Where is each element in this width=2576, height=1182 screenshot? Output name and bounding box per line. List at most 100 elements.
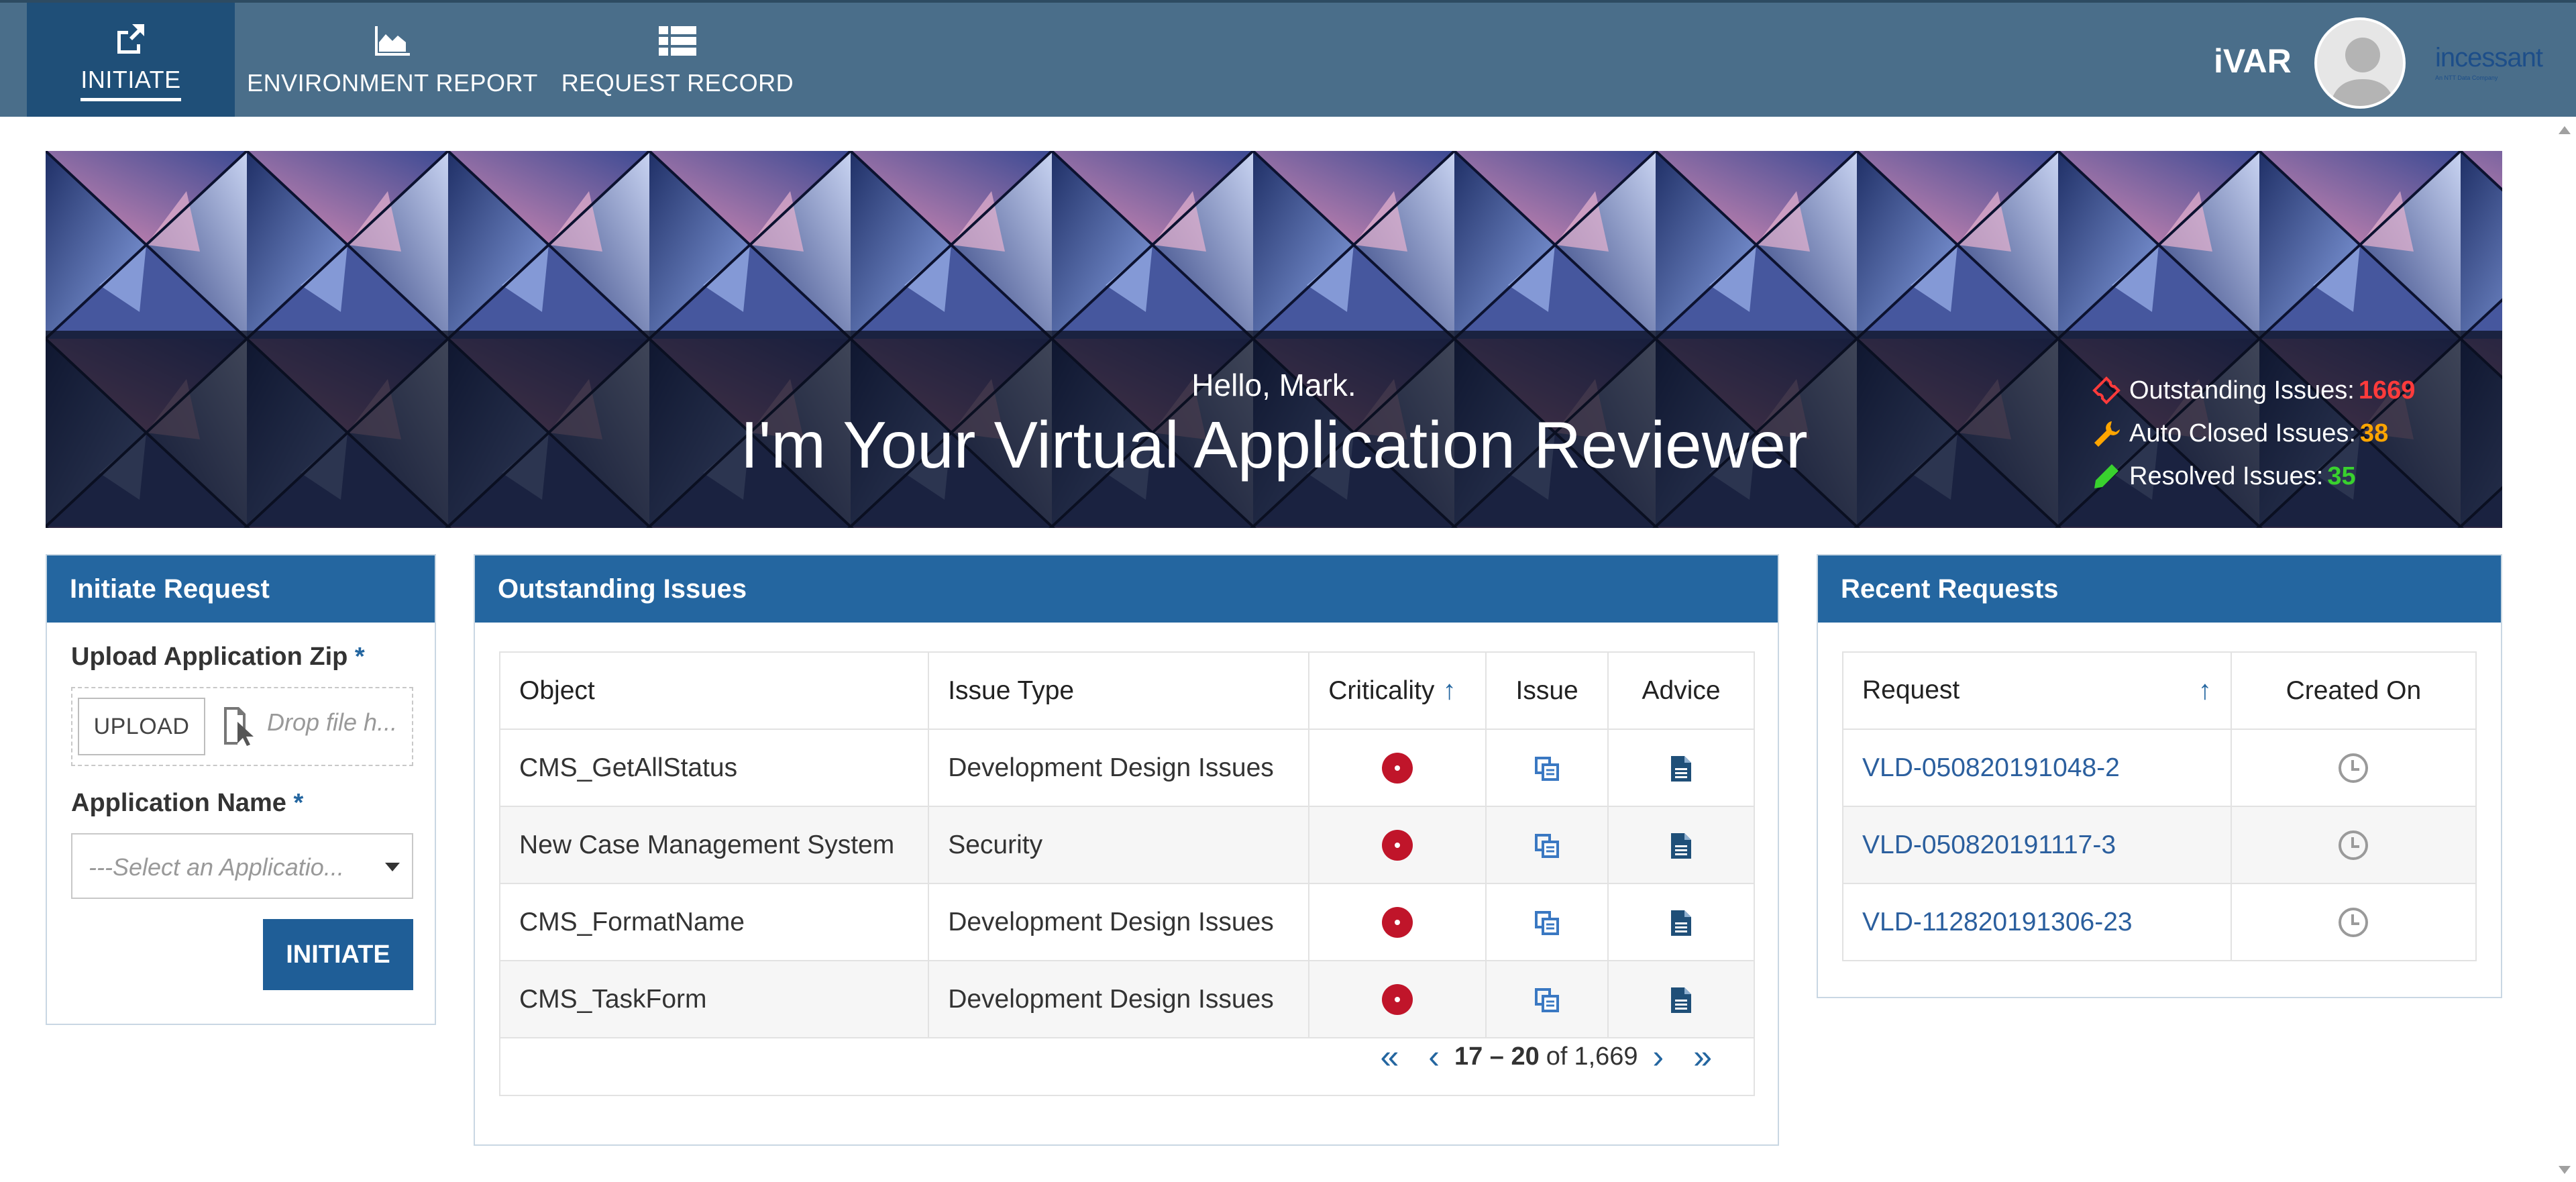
scroll-down-arrow-icon[interactable] — [2559, 1166, 2571, 1174]
ticket-icon — [2092, 376, 2121, 405]
col-issue-type[interactable]: Issue Type — [928, 651, 1310, 730]
col-advice[interactable]: Advice — [1607, 651, 1755, 730]
issue-object: New Case Management System — [498, 806, 930, 884]
outstanding-issues-panel: Outstanding Issues Object Issue Type Cri… — [474, 554, 1779, 1146]
table-row: CMS_GetAllStatus Development Design Issu… — [498, 729, 1755, 807]
request-id-cell: VLD-050820191048-2 — [1842, 729, 2232, 807]
area-chart-icon — [374, 22, 411, 60]
created-on-cell — [2230, 729, 2477, 807]
copy-issue-icon[interactable] — [1534, 755, 1560, 782]
copy-issue-icon[interactable] — [1534, 910, 1560, 936]
copy-issue-icon[interactable] — [1534, 832, 1560, 859]
upload-button[interactable]: UPLOAD — [78, 698, 205, 755]
page-scrollbar[interactable] — [2553, 117, 2576, 1182]
caret-down-icon — [385, 863, 400, 871]
nav-request-record-label: REQUEST RECORD — [561, 69, 794, 97]
advice-cell — [1607, 729, 1755, 807]
issue-cell — [1485, 729, 1609, 807]
stat-auto-closed: Auto Closed Issues: 38 — [2092, 412, 2415, 455]
col-criticality[interactable]: Criticality ↑ — [1308, 651, 1487, 730]
stat-resolved-value: 35 — [2327, 462, 2356, 490]
request-link[interactable]: VLD-112820191306-23 — [1862, 908, 2133, 936]
pencil-icon — [2094, 464, 2118, 488]
advice-document-icon[interactable] — [1670, 986, 1693, 1014]
hero-banner: Hello, Mark. I'm Your Virtual Applicatio… — [46, 151, 2502, 528]
nav-initiate-label: INITIATE — [80, 66, 181, 101]
nav-initiate[interactable]: INITIATE — [27, 3, 235, 117]
application-name-label: Application Name * — [71, 789, 303, 818]
file-cursor-icon — [224, 707, 254, 746]
issue-cell — [1485, 806, 1609, 884]
request-link[interactable]: VLD-050820191048-2 — [1862, 753, 2120, 782]
stat-outstanding-label: Outstanding Issues: — [2129, 376, 2355, 405]
stat-resolved: Resolved Issues: 35 — [2092, 455, 2415, 498]
next-page-icon[interactable]: › — [1653, 1040, 1664, 1073]
app-name: iVAR — [2214, 42, 2292, 80]
clock-icon[interactable] — [2339, 830, 2369, 861]
upload-zip-label: Upload Application Zip * — [71, 643, 365, 671]
upload-zip-label-text: Upload Application Zip — [71, 643, 348, 671]
col-request[interactable]: Request ↑ — [1842, 651, 2232, 730]
col-object[interactable]: Object — [498, 651, 930, 730]
advice-document-icon[interactable] — [1670, 909, 1693, 937]
brand-name: incessant — [2435, 43, 2543, 72]
col-issue[interactable]: Issue — [1485, 651, 1609, 730]
copy-issue-icon[interactable] — [1534, 987, 1560, 1014]
brand-subtitle: An NTT Data Company — [2435, 74, 2498, 81]
outstanding-issues-title: Outstanding Issues — [475, 555, 1778, 623]
clock-icon[interactable] — [2339, 753, 2369, 784]
recent-requests-title: Recent Requests — [1818, 555, 2501, 623]
col-criticality-label: Criticality — [1328, 676, 1435, 705]
issue-object: CMS_FormatName — [498, 883, 930, 961]
issues-table: Object Issue Type Criticality ↑ Issue Adv… — [498, 651, 1755, 1038]
stat-auto-closed-label: Auto Closed Issues: — [2129, 419, 2356, 447]
file-drop-zone[interactable]: UPLOAD Drop file h... — [71, 687, 413, 766]
initiate-button[interactable]: INITIATE — [263, 919, 413, 990]
advice-document-icon[interactable] — [1670, 832, 1693, 860]
page-of: of — [1546, 1042, 1568, 1071]
application-select-placeholder: ---Select an Applicatio... — [89, 853, 344, 881]
sort-ascending-icon[interactable]: ↑ — [2198, 676, 2212, 706]
advice-cell — [1607, 806, 1755, 884]
table-row: VLD-050820191117-3 — [1842, 806, 2477, 884]
drop-file-placeholder: Drop file h... — [267, 708, 398, 736]
issues-pagination: « ‹ 17 – 20 of 1,669 › » — [499, 1021, 1755, 1096]
brand-logo: incessant An NTT Data Company — [2435, 43, 2556, 83]
scroll-up-arrow-icon[interactable] — [2559, 126, 2571, 134]
stat-outstanding: Outstanding Issues: 1669 — [2092, 369, 2415, 412]
critical-status-icon — [1382, 906, 1413, 938]
sort-ascending-icon[interactable]: ↑ — [1442, 676, 1456, 705]
user-avatar[interactable] — [2314, 17, 2406, 109]
clock-icon[interactable] — [2339, 908, 2369, 938]
wrench-icon — [2094, 421, 2120, 447]
stat-outstanding-value: 1669 — [2358, 376, 2416, 405]
share-icon — [112, 19, 150, 56]
table-row: VLD-112820191306-23 — [1842, 883, 2477, 961]
last-page-icon[interactable]: » — [1693, 1040, 1712, 1073]
advice-document-icon[interactable] — [1670, 755, 1693, 783]
issues-table-header: Object Issue Type Criticality ↑ Issue Adv… — [498, 651, 1755, 730]
table-row: VLD-050820191048-2 — [1842, 729, 2477, 807]
issue-object: CMS_GetAllStatus — [498, 729, 930, 807]
application-select[interactable]: ---Select an Applicatio... — [71, 833, 413, 899]
recent-requests-table: Request ↑ Created On VLD-050820191048-2 V… — [1842, 651, 2477, 961]
previous-page-icon[interactable]: ‹ — [1428, 1040, 1440, 1073]
request-id-cell: VLD-112820191306-23 — [1842, 883, 2232, 961]
col-created-on[interactable]: Created On — [2230, 651, 2477, 730]
page-range: 17 – 20 — [1454, 1042, 1540, 1071]
required-asterisk: * — [293, 789, 304, 817]
request-link[interactable]: VLD-050820191117-3 — [1862, 830, 2116, 859]
critical-status-icon — [1382, 752, 1413, 784]
nav-environment-report[interactable]: ENVIRONMENT REPORT — [241, 3, 543, 117]
page-total: 1,669 — [1574, 1042, 1638, 1071]
initiate-request-panel: Initiate Request Upload Application Zip … — [46, 554, 436, 1025]
application-name-label-text: Application Name — [71, 789, 286, 817]
first-page-icon[interactable]: « — [1380, 1040, 1399, 1073]
issue-type: Development Design Issues — [928, 729, 1310, 807]
criticality-cell — [1308, 729, 1487, 807]
table-row: CMS_FormatName Development Design Issues — [498, 883, 1755, 961]
advice-cell — [1607, 883, 1755, 961]
recent-table-header: Request ↑ Created On — [1842, 651, 2477, 730]
nav-request-record[interactable]: REQUEST RECORD — [557, 3, 798, 117]
stat-resolved-label: Resolved Issues: — [2129, 462, 2324, 490]
